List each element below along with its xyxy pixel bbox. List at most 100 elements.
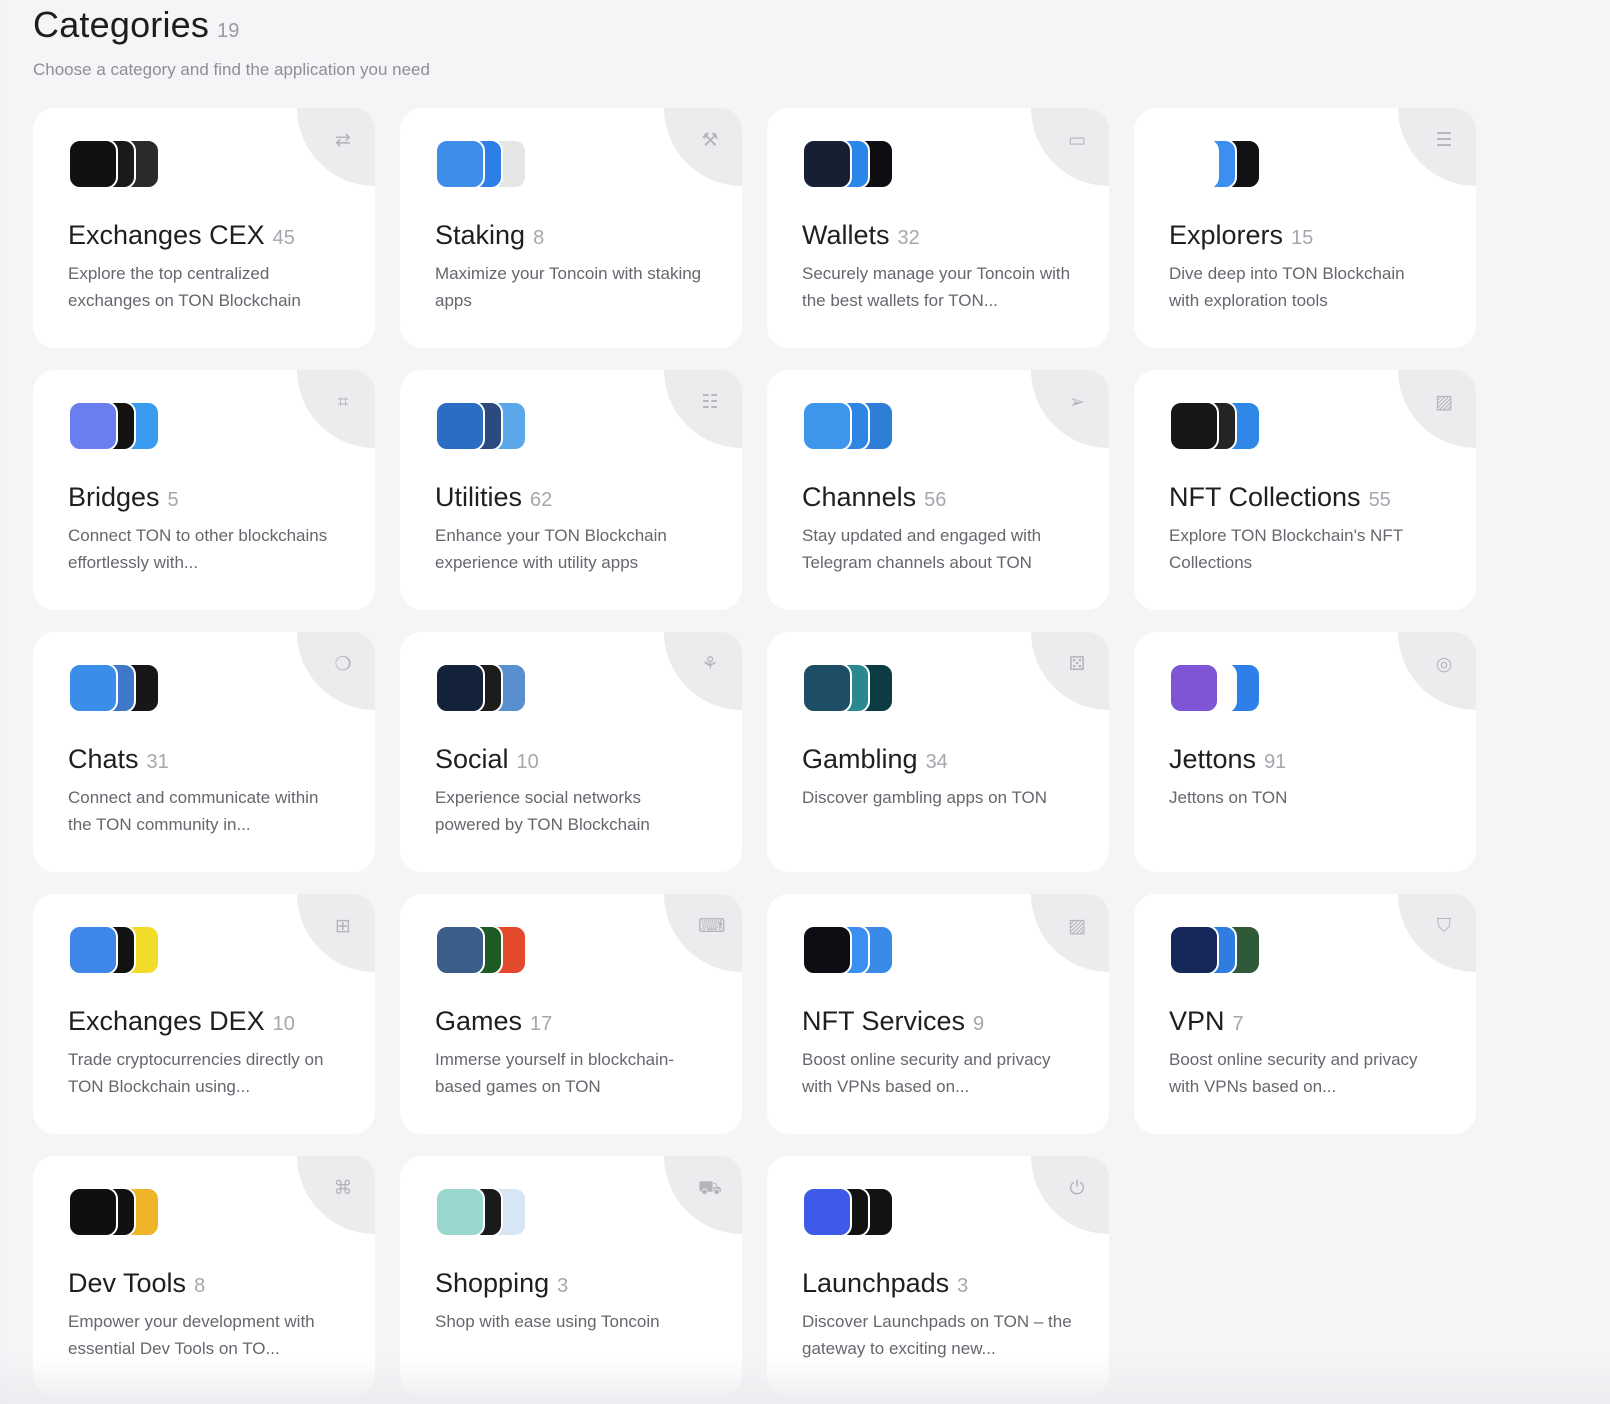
app-logo	[1169, 925, 1219, 975]
category-name: Jettons	[1169, 744, 1257, 774]
category-grid: ⇄ Exchanges CEX 45 Explore the top centr…	[33, 108, 1476, 1396]
category-card-exchanges-dex[interactable]: ⊞ Exchanges DEX 10 Trade cryptocurrencie…	[33, 894, 375, 1134]
app-logo-stack	[802, 401, 902, 451]
category-card-dev-tools[interactable]: ⌘ Dev Tools 8 Empower your development w…	[33, 1156, 375, 1396]
app-logo-stack	[1169, 663, 1269, 713]
category-name: Staking	[435, 220, 526, 250]
gamepad-icon: ⌨	[698, 915, 726, 937]
card-corner: ❍	[297, 632, 375, 710]
app-logo	[802, 139, 852, 189]
category-description: Experience social networks powered by TO…	[435, 788, 650, 834]
card-corner: ⇄	[297, 108, 375, 186]
category-count: 91	[1264, 751, 1287, 773]
category-count: 3	[557, 1275, 569, 1297]
app-logo-stack	[1169, 139, 1269, 189]
app-logo-stack	[68, 401, 168, 451]
category-count: 17	[530, 1013, 553, 1035]
category-description: Trade cryptocurrencies directly on TON B…	[68, 1050, 324, 1096]
card-corner: ⌨	[664, 894, 742, 972]
app-logo-stack	[802, 1187, 902, 1237]
category-card-explorers[interactable]: ☰ Explorers 15 Dive deep into TON Blockc…	[1134, 108, 1476, 348]
category-card-social[interactable]: ⚘ Social 10 Experience social networks p…	[400, 632, 742, 872]
grid-icon: ⊞	[335, 915, 351, 937]
app-logo	[802, 663, 852, 713]
category-card-bridges[interactable]: ⌗ Bridges 5 Connect TON to other blockch…	[33, 370, 375, 610]
category-name: Explorers	[1169, 220, 1284, 250]
card-title-row: Utilities 62	[435, 482, 552, 513]
card-title-row: Shopping 3	[435, 1268, 568, 1299]
card-corner: ▨	[1398, 370, 1476, 448]
checklist-icon: ☷	[701, 391, 719, 413]
categories-page: Categories 19 Choose a category and find…	[6, 0, 1610, 1404]
card-title-row: Launchpads 3	[802, 1268, 968, 1299]
card-corner: ▨	[1031, 894, 1109, 972]
card-title-row: Explorers 15	[1169, 220, 1313, 251]
category-card-vpn[interactable]: ⛉ VPN 7 Boost online security and privac…	[1134, 894, 1476, 1134]
category-card-nft-services[interactable]: ▨ NFT Services 9 Boost online security a…	[767, 894, 1109, 1134]
app-logo	[1169, 139, 1219, 189]
coin-icon: ◎	[1435, 653, 1453, 675]
category-count: 56	[924, 489, 947, 511]
category-description: Explore TON Blockchain's NFT Collections	[1169, 526, 1403, 572]
category-card-launchpads[interactable]: ⏻ Launchpads 3 Discover Launchpads on TO…	[767, 1156, 1109, 1396]
card-corner: ☰	[1398, 108, 1476, 186]
category-name: Dev Tools	[68, 1268, 187, 1298]
page-subtitle: Choose a category and find the applicati…	[33, 60, 430, 79]
category-card-staking[interactable]: ⚒ Staking 8 Maximize your Toncoin with s…	[400, 108, 742, 348]
image-icon: ▨	[1435, 391, 1453, 413]
code-icon: ⌘	[333, 1177, 353, 1199]
card-title-row: Exchanges DEX 10	[68, 1006, 295, 1037]
app-logo-stack	[68, 139, 168, 189]
category-count: 62	[530, 489, 553, 511]
card-title-row: Channels 56	[802, 482, 946, 513]
category-card-games[interactable]: ⌨ Games 17 Immerse yourself in blockchai…	[400, 894, 742, 1134]
category-card-gambling[interactable]: ⚄ Gambling 34 Discover gambling apps on …	[767, 632, 1109, 872]
card-corner: ⛟	[664, 1156, 742, 1234]
page-header: Categories 19 Choose a category and find…	[33, 4, 430, 80]
category-description: Immerse yourself in blockchain-based gam…	[435, 1050, 675, 1096]
category-count: 45	[272, 227, 295, 249]
cart-icon: ⛟	[698, 1177, 722, 1199]
category-total-count: 19	[217, 20, 240, 42]
card-corner: ⚘	[664, 632, 742, 710]
category-description: Enhance your TON Blockchain experience w…	[435, 526, 667, 572]
category-count: 8	[533, 227, 545, 249]
category-card-exchanges-cex[interactable]: ⇄ Exchanges CEX 45 Explore the top centr…	[33, 108, 375, 348]
app-logo-stack	[435, 925, 535, 975]
category-count: 15	[1291, 227, 1314, 249]
category-name: Bridges	[68, 482, 160, 512]
category-description: Stay updated and engaged with Telegram c…	[802, 526, 1042, 572]
category-card-jettons[interactable]: ◎ Jettons 91 Jettons on TON	[1134, 632, 1476, 872]
category-card-utilities[interactable]: ☷ Utilities 62 Enhance your TON Blockcha…	[400, 370, 742, 610]
category-description: Discover Launchpads on TON – the gateway…	[802, 1312, 1072, 1358]
app-logo-stack	[802, 139, 902, 189]
card-corner: ⏻	[1031, 1156, 1109, 1234]
app-logo-stack	[1169, 401, 1269, 451]
app-logo	[435, 401, 485, 451]
network-icon: ⚘	[701, 653, 719, 675]
category-card-shopping[interactable]: ⛟ Shopping 3 Shop with ease using Toncoi…	[400, 1156, 742, 1396]
category-card-chats[interactable]: ❍ Chats 31 Connect and communicate withi…	[33, 632, 375, 872]
app-logo-stack	[68, 1187, 168, 1237]
category-description: Maximize your Toncoin with staking apps	[435, 264, 702, 310]
shield-icon: ⛉	[1436, 915, 1452, 937]
category-name: Games	[435, 1006, 523, 1036]
category-count: 3	[957, 1275, 969, 1297]
chat-icon: ❍	[334, 653, 352, 675]
app-logo	[435, 139, 485, 189]
category-name: Channels	[802, 482, 917, 512]
category-count: 7	[1232, 1013, 1244, 1035]
card-corner: ▭	[1031, 108, 1109, 186]
category-card-nft-collections[interactable]: ▨ NFT Collections 55 Explore TON Blockch…	[1134, 370, 1476, 610]
category-description: Discover gambling apps on TON	[802, 788, 1048, 807]
category-description: Securely manage your Toncoin with the be…	[802, 264, 1071, 310]
category-card-channels[interactable]: ➢ Channels 56 Stay updated and engaged w…	[767, 370, 1109, 610]
category-count: 32	[897, 227, 920, 249]
category-description: Connect and communicate within the TON c…	[68, 788, 319, 834]
card-corner: ◎	[1398, 632, 1476, 710]
category-card-wallets[interactable]: ▭ Wallets 32 Securely manage your Toncoi…	[767, 108, 1109, 348]
send-icon: ➢	[1069, 391, 1085, 413]
card-corner: ⚒	[664, 108, 742, 186]
category-description: Jettons on TON	[1169, 788, 1288, 807]
card-title-row: Games 17	[435, 1006, 552, 1037]
